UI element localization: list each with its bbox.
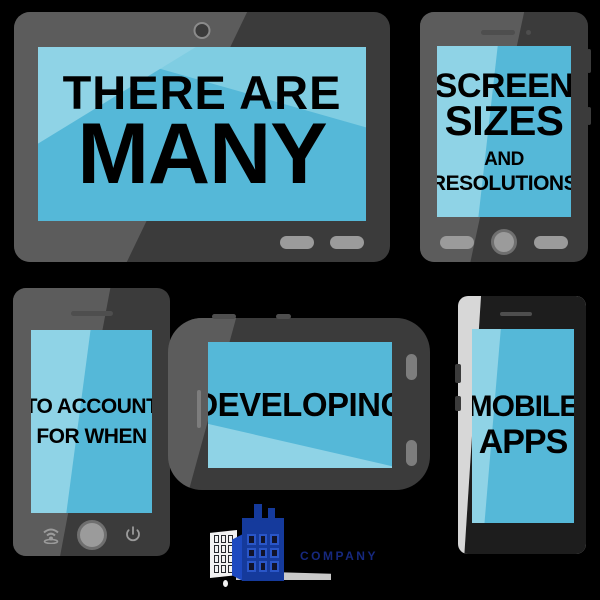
nav-button-left[interactable] bbox=[440, 236, 474, 249]
wifi-icon[interactable] bbox=[41, 526, 61, 545]
company-logo: COMPANY bbox=[196, 504, 396, 587]
power-icon-glyph bbox=[126, 526, 140, 542]
speaker-grill bbox=[481, 30, 515, 35]
screen-glare bbox=[31, 330, 95, 513]
side-key-strip[interactable] bbox=[197, 390, 201, 428]
speaker-grill bbox=[212, 314, 236, 319]
device-phone-left: TO ACCOUNT FOR WHEN bbox=[13, 288, 170, 556]
front-camera-icon bbox=[526, 30, 531, 35]
screen-text-line-2: FOR WHEN bbox=[36, 425, 147, 448]
logo-windows-white bbox=[214, 535, 233, 573]
volume-key-up[interactable] bbox=[587, 49, 591, 73]
screen-text-line-2: APPS bbox=[478, 422, 569, 461]
speaker-grill bbox=[500, 312, 532, 316]
phone-right-screen: MOBILE APPS bbox=[472, 329, 574, 523]
side-key-bottom[interactable] bbox=[406, 440, 417, 466]
volume-key-down[interactable] bbox=[455, 396, 461, 411]
device-tablet-landscape: THERE ARE MANY bbox=[14, 12, 390, 262]
tablet-portrait-screen: SCREEN SIZES AND RESOLUTIONS bbox=[437, 46, 571, 217]
power-icon[interactable] bbox=[123, 526, 143, 544]
screen-text-line-2: MANY bbox=[77, 106, 327, 203]
wifi-icon-glyph bbox=[43, 528, 59, 545]
nav-button-right[interactable] bbox=[330, 236, 364, 249]
phone-left-screen: TO ACCOUNT FOR WHEN bbox=[31, 330, 152, 513]
speaker-grill bbox=[70, 311, 113, 316]
screen-text-line-3: AND bbox=[484, 149, 524, 171]
logo-windows-blue bbox=[247, 534, 279, 572]
tablet-landscape-screen: THERE ARE MANY bbox=[38, 47, 366, 221]
home-button[interactable] bbox=[76, 520, 107, 550]
home-button[interactable] bbox=[491, 229, 517, 255]
volume-key-down[interactable] bbox=[587, 107, 591, 125]
screen-text-line-4: RESOLUTIONS bbox=[437, 171, 571, 195]
logo-dot bbox=[223, 580, 228, 587]
nav-button-left[interactable] bbox=[280, 236, 314, 249]
phone-center-screen: DEVELOPING bbox=[208, 342, 392, 468]
nav-button-right[interactable] bbox=[534, 236, 568, 249]
poster-canvas: THERE ARE MANY SCREEN SIZES AND RESOLUTI… bbox=[0, 0, 600, 600]
side-key-top[interactable] bbox=[406, 354, 417, 380]
volume-key-up[interactable] bbox=[455, 364, 461, 383]
screen-text-line-1: MOBILE bbox=[472, 390, 574, 424]
camera-icon bbox=[193, 22, 211, 39]
device-phone-center: DEVELOPING bbox=[168, 314, 430, 490]
screen-text-line-2: SIZES bbox=[444, 96, 564, 144]
device-tablet-portrait: SCREEN SIZES AND RESOLUTIONS bbox=[420, 12, 591, 262]
speaker-grill-secondary bbox=[276, 314, 291, 319]
logo-text: COMPANY bbox=[300, 549, 378, 563]
screen-text-line-1: TO ACCOUNT bbox=[31, 394, 152, 418]
device-phone-right: MOBILE APPS bbox=[455, 296, 586, 554]
screen-text-line-1: DEVELOPING bbox=[208, 386, 392, 424]
